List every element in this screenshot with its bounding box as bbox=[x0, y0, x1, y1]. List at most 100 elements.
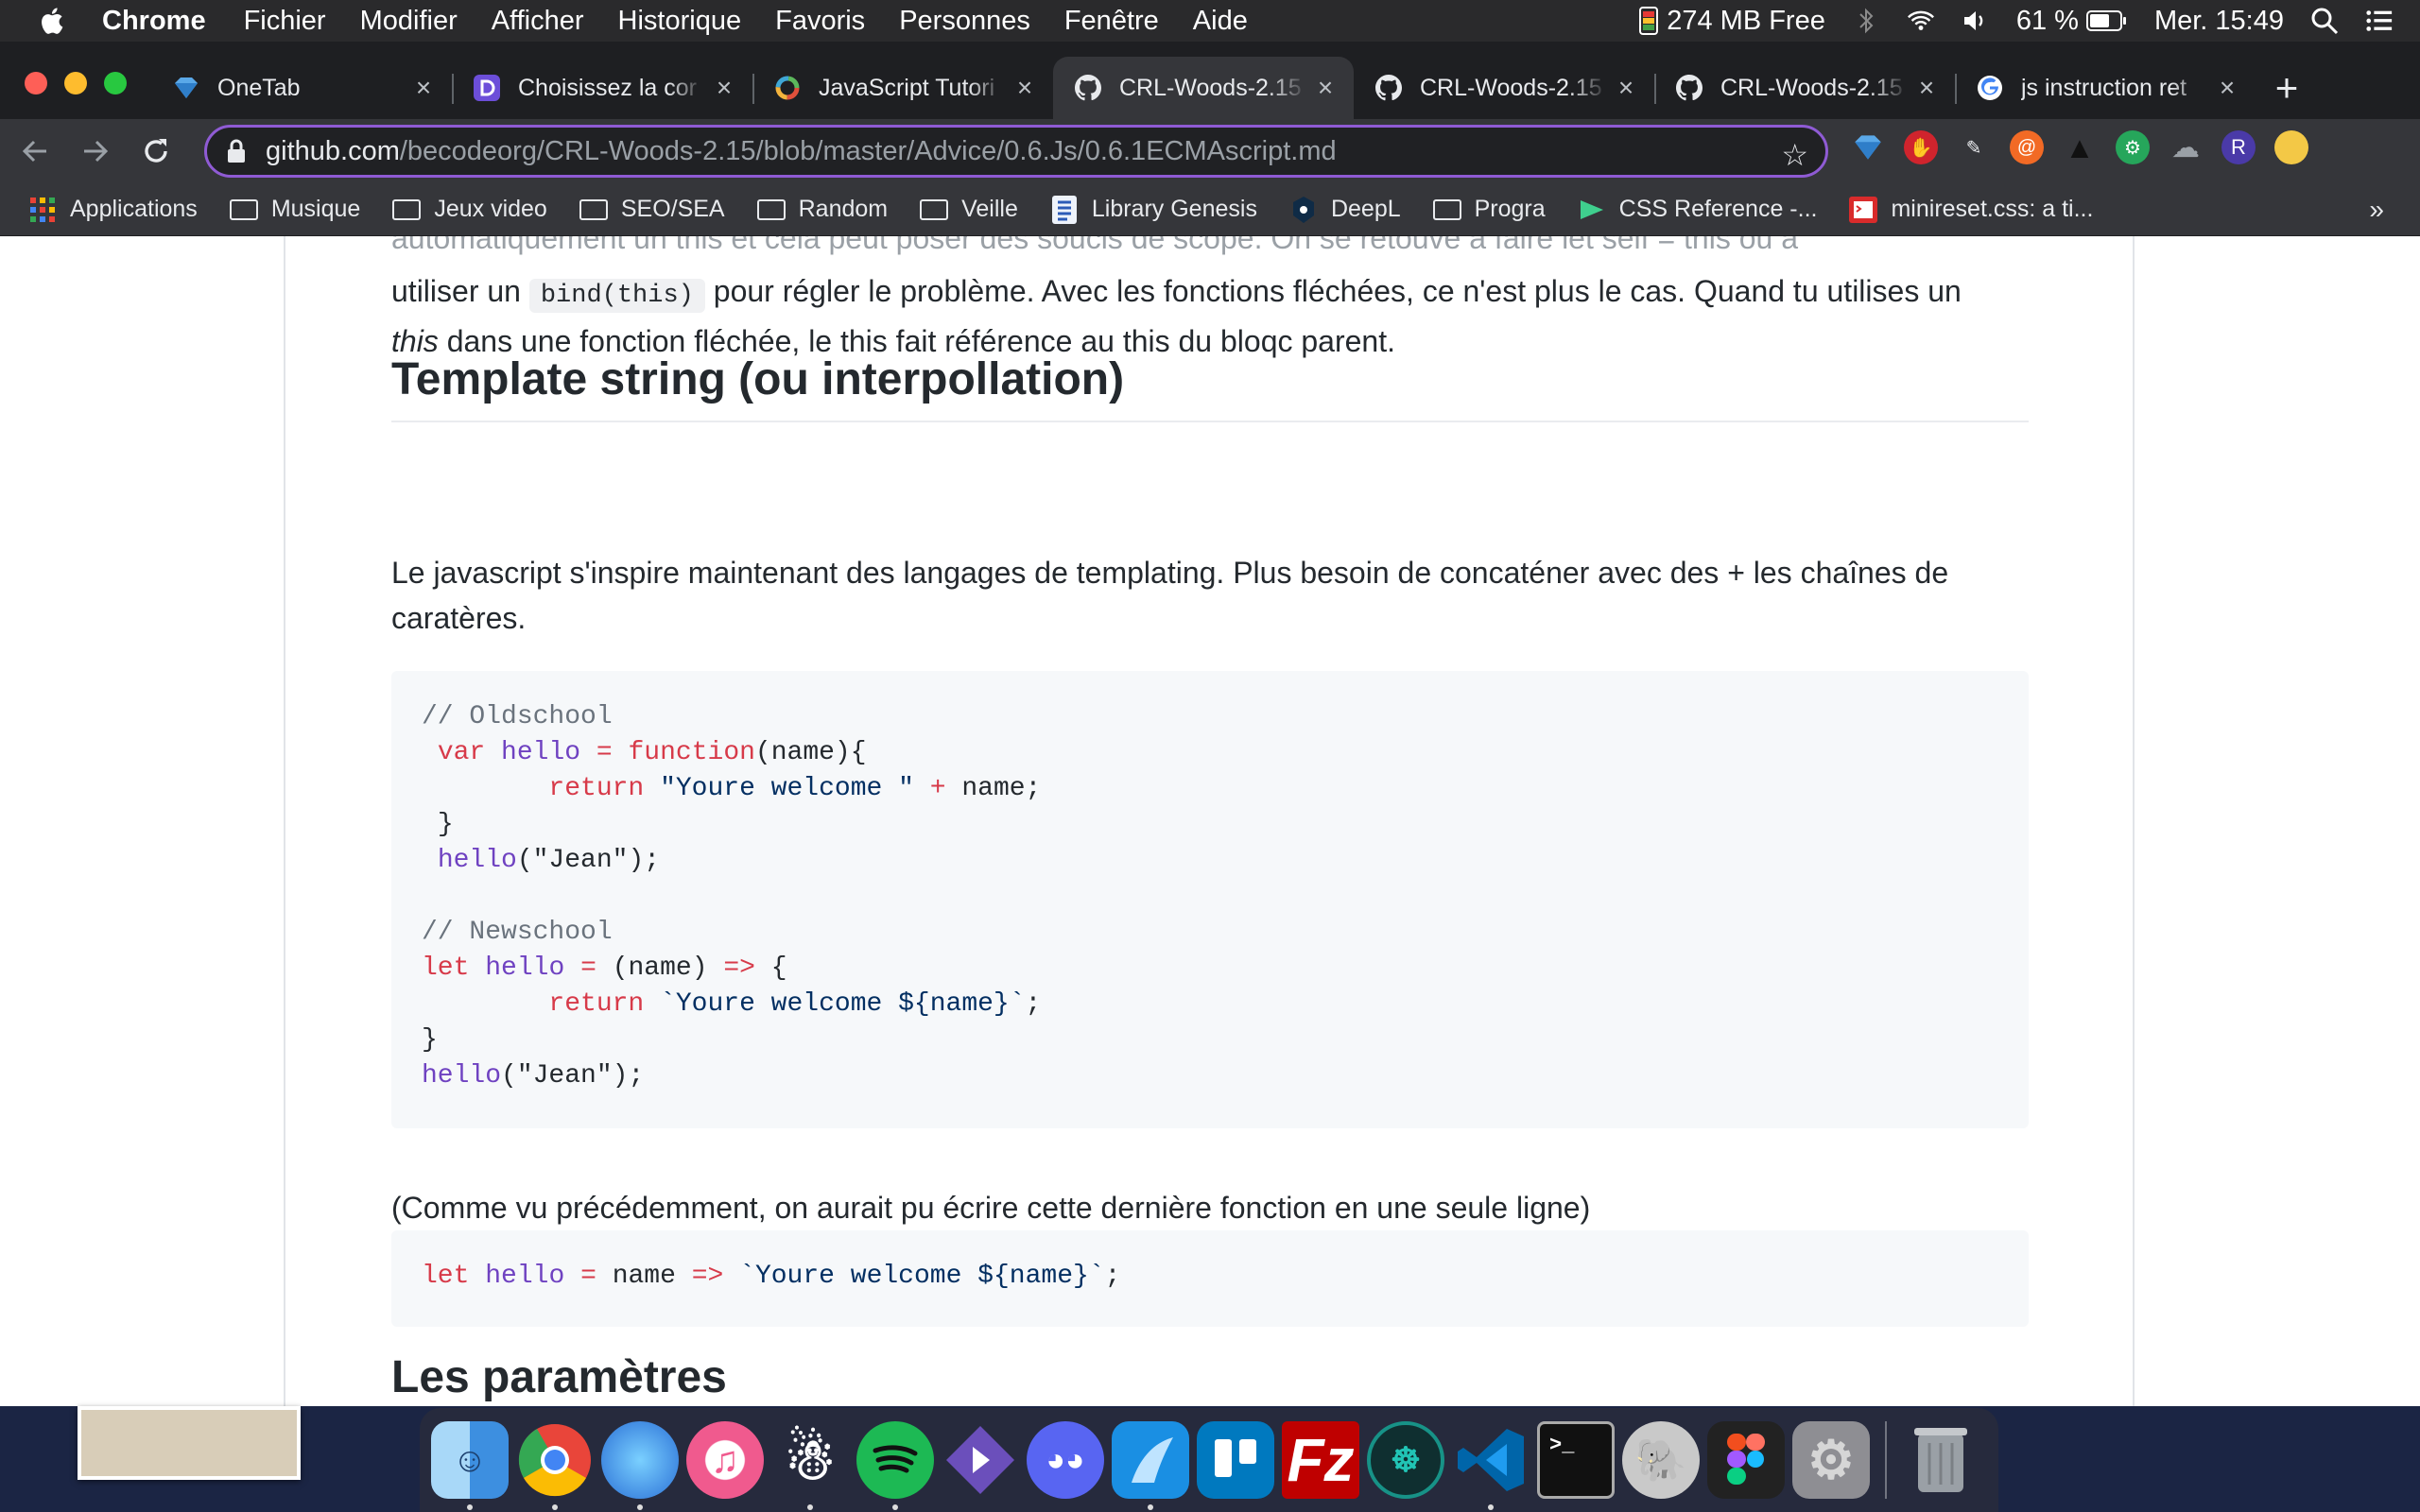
cleaner-icon[interactable]: ☃ bbox=[771, 1421, 849, 1510]
tab-title: CRL-Woods-2.15 bbox=[1720, 74, 1903, 101]
discord-icon[interactable]: ◕◕ bbox=[1027, 1421, 1104, 1499]
chrome-window: OneTab × Choisissez la cor × JavaScript … bbox=[0, 42, 2420, 1406]
filezilla-icon[interactable]: Fz bbox=[1282, 1421, 1359, 1499]
arrow-right-icon bbox=[84, 140, 109, 163]
tab-title: js instruction ret bbox=[2021, 74, 2187, 101]
update-indicator-icon[interactable] bbox=[2274, 130, 2308, 164]
bookmark-folder-jeux-video[interactable]: Jeux video bbox=[392, 196, 547, 223]
menu-app-chrome[interactable]: Chrome bbox=[102, 6, 206, 37]
notification-center-icon[interactable] bbox=[2365, 7, 2394, 35]
address-bar[interactable]: github.com/becodeorg/CRL-Woods-2.15/blob… bbox=[204, 125, 1828, 178]
back-button[interactable] bbox=[9, 126, 60, 177]
battery-status[interactable]: 61 % bbox=[2016, 6, 2128, 37]
code-token: } bbox=[437, 810, 454, 839]
menu-aide[interactable]: Aide bbox=[1193, 6, 1248, 37]
bookmark-folder-seo-sea[interactable]: SEO/SEA bbox=[579, 196, 725, 223]
folder-icon bbox=[920, 198, 949, 222]
close-tab-icon[interactable]: × bbox=[2216, 73, 2238, 103]
menu-modifier[interactable]: Modifier bbox=[360, 6, 458, 37]
spiral-extension-icon[interactable]: @ bbox=[2010, 130, 2044, 164]
menu-personnes[interactable]: Personnes bbox=[899, 6, 1030, 37]
code-token: hello bbox=[485, 1262, 565, 1291]
bookmark-minireset[interactable]: minireset.css: a ti... bbox=[1849, 196, 2093, 223]
menu-afficher[interactable]: Afficher bbox=[492, 6, 584, 37]
pen-extension-icon[interactable]: ✎ bbox=[1957, 130, 1991, 164]
close-tab-icon[interactable]: × bbox=[1013, 73, 1036, 103]
wifi-icon[interactable] bbox=[1907, 7, 1935, 35]
adblock-extension-icon[interactable]: ✋ bbox=[1904, 130, 1938, 164]
browser-toolbar: github.com/becodeorg/CRL-Woods-2.15/blob… bbox=[0, 119, 2420, 183]
close-tab-icon[interactable]: × bbox=[412, 73, 435, 103]
lock-icon[interactable] bbox=[226, 139, 247, 163]
chrome-icon[interactable] bbox=[516, 1421, 594, 1510]
apple-icon[interactable] bbox=[38, 6, 64, 36]
profile-avatar[interactable]: R bbox=[2221, 130, 2256, 164]
bookmarks-bar: Applications Musique Jeux video SEO/SEA … bbox=[0, 183, 2420, 236]
app-triangle-icon[interactable] bbox=[942, 1421, 1019, 1499]
tab-crl-woods-active[interactable]: CRL-Woods-2.15 × bbox=[1053, 57, 1354, 119]
tab-javascript-tutorial[interactable]: JavaScript Tutori × bbox=[752, 57, 1053, 119]
spotlight-search-icon[interactable] bbox=[2310, 7, 2339, 35]
page-viewport[interactable]: automatiquement un this et cela peut pos… bbox=[0, 236, 2420, 1406]
clock[interactable]: Mer. 15:49 bbox=[2154, 6, 2284, 37]
menu-fichier[interactable]: Fichier bbox=[244, 6, 326, 37]
spotify-icon[interactable] bbox=[856, 1421, 934, 1510]
close-window-button[interactable] bbox=[25, 72, 47, 94]
reload-button[interactable] bbox=[130, 126, 182, 177]
app-sail-icon[interactable] bbox=[1112, 1421, 1189, 1510]
bluetooth-icon[interactable] bbox=[1852, 7, 1880, 35]
tab-choisissez[interactable]: Choisissez la cor × bbox=[452, 57, 752, 119]
itunes-icon[interactable]: ♫ bbox=[686, 1421, 764, 1499]
minimize-window-button[interactable] bbox=[64, 72, 87, 94]
vscode-icon[interactable] bbox=[1452, 1421, 1530, 1510]
menu-fenetre[interactable]: Fenêtre bbox=[1064, 6, 1159, 37]
tableplus-icon[interactable]: 🐘 bbox=[1622, 1421, 1700, 1499]
paragraph-single-line-note: (Comme vu précédemment, on aurait pu écr… bbox=[391, 1191, 1591, 1225]
bird-extension-icon[interactable]: ▲ bbox=[2063, 130, 2097, 164]
system-preferences-icon[interactable]: ⚙ bbox=[1792, 1421, 1870, 1499]
github-icon bbox=[1374, 74, 1403, 102]
onetab-extension-icon[interactable] bbox=[1851, 130, 1885, 164]
firefox-icon[interactable] bbox=[601, 1421, 679, 1510]
bookmark-star-icon[interactable]: ☆ bbox=[1781, 137, 1808, 173]
menu-historique[interactable]: Historique bbox=[618, 6, 742, 37]
text-fragment: pour régler le problème. Avec les foncti… bbox=[704, 274, 1962, 308]
tab-crl-woods-2[interactable]: CRL-Woods-2.15 × bbox=[1354, 57, 1654, 119]
bookmark-deepl[interactable]: DeepL bbox=[1289, 196, 1401, 223]
more-bookmarks-chevron-icon[interactable]: » bbox=[2369, 195, 2384, 225]
gitkraken-icon[interactable]: ☸ bbox=[1367, 1421, 1444, 1499]
code-token: => bbox=[723, 954, 755, 983]
close-tab-icon[interactable]: × bbox=[713, 73, 735, 103]
close-tab-icon[interactable]: × bbox=[1915, 73, 1938, 103]
memory-status[interactable]: 274 MB Free bbox=[1638, 6, 1825, 37]
reload-icon bbox=[145, 139, 167, 163]
fullscreen-window-button[interactable] bbox=[104, 72, 127, 94]
tab-crl-woods-3[interactable]: CRL-Woods-2.15 × bbox=[1654, 57, 1955, 119]
gear-extension-icon[interactable]: ⚙ bbox=[2116, 130, 2150, 164]
terminal-icon[interactable]: >_ bbox=[1537, 1421, 1615, 1499]
bookmark-folder-veille[interactable]: Veille bbox=[920, 196, 1018, 223]
menu-favoris[interactable]: Favoris bbox=[775, 6, 865, 37]
trash-icon[interactable] bbox=[1902, 1421, 1979, 1499]
bookmark-folder-progra[interactable]: Progra bbox=[1432, 196, 1546, 223]
tab-title: Choisissez la cor bbox=[518, 74, 697, 101]
forward-button[interactable] bbox=[70, 126, 121, 177]
volume-icon[interactable] bbox=[1962, 7, 1990, 35]
code-token: function bbox=[628, 738, 755, 767]
figma-icon[interactable] bbox=[1707, 1421, 1785, 1499]
desktop-screenshot-thumbnail[interactable] bbox=[78, 1406, 301, 1480]
bookmark-folder-random[interactable]: Random bbox=[756, 196, 888, 223]
bookmark-library-genesis[interactable]: Library Genesis bbox=[1050, 195, 1257, 224]
finder-icon[interactable]: ☺ bbox=[431, 1421, 509, 1510]
bookmark-css-reference[interactable]: CSS Reference -... bbox=[1578, 196, 1817, 223]
tab-onetab[interactable]: OneTab × bbox=[151, 57, 452, 119]
new-tab-button[interactable]: + bbox=[2256, 57, 2318, 119]
bookmark-folder-musique[interactable]: Musique bbox=[229, 196, 360, 223]
tab-google-search[interactable]: js instruction ret × bbox=[1955, 57, 2256, 119]
close-tab-icon[interactable]: × bbox=[1314, 73, 1337, 103]
bookmark-applications[interactable]: Applications bbox=[28, 196, 198, 223]
close-tab-icon[interactable]: × bbox=[1615, 73, 1637, 103]
cloud-extension-icon[interactable]: ☁ bbox=[2169, 130, 2203, 164]
trello-icon[interactable] bbox=[1197, 1421, 1274, 1499]
bookmark-label: SEO/SEA bbox=[620, 196, 725, 222]
